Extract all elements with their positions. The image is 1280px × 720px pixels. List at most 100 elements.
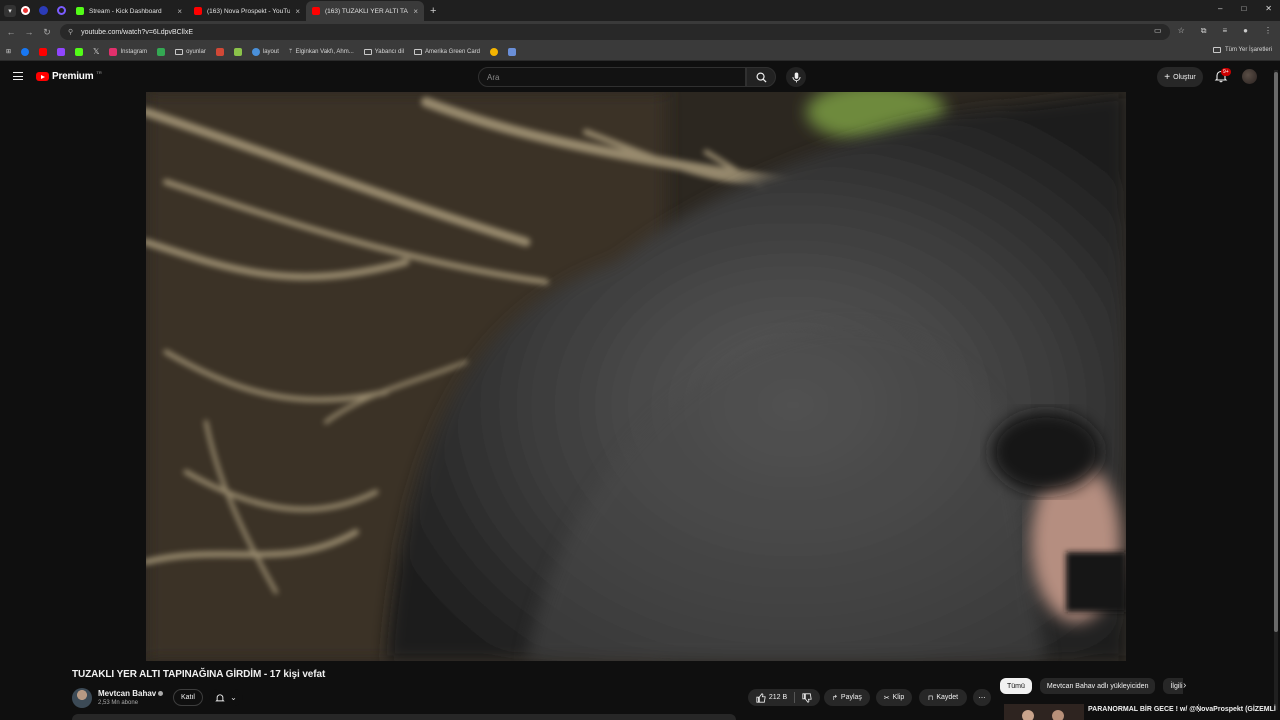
address-bar[interactable]: ⚲ youtube.com/watch?v=6LdpvBCllxE — [60, 24, 1170, 40]
more-icon[interactable]: ⋮ — [1264, 26, 1272, 36]
like-button[interactable]: 212 B — [756, 692, 787, 703]
app-icon — [38, 6, 48, 15]
gmail-icon — [215, 47, 224, 56]
profile-icon[interactable]: ● — [1243, 26, 1248, 36]
chip-related[interactable]: İlgili — [1163, 678, 1183, 694]
maximize-icon[interactable]: □ — [1241, 4, 1246, 13]
close-window-icon[interactable]: ✕ — [1265, 4, 1272, 13]
bookmark-facebook[interactable] — [21, 47, 30, 56]
bookmark-label: Instagram — [120, 48, 148, 55]
chip-all[interactable]: Tümü — [1000, 678, 1032, 694]
more-vertical-icon[interactable]: ⋮ — [1194, 703, 1203, 714]
divider — [794, 692, 796, 703]
chevron-right-icon[interactable]: › — [1183, 680, 1186, 691]
youtube-premium-logo[interactable]: Premium TR — [36, 70, 102, 82]
share-button[interactable]: ↱ Paylaş — [824, 689, 870, 706]
bookmark-yabanci-dil[interactable]: Yabancı dil — [363, 48, 404, 55]
subscribed-notifications-button[interactable]: ⌄ — [209, 689, 243, 706]
apps-icon[interactable]: ⊞ — [6, 48, 11, 55]
all-bookmarks-label: Tüm Yer İşaretleri — [1224, 47, 1272, 53]
reload-icon[interactable]: ↻ — [38, 27, 56, 38]
video-title: TUZAKLI YER ALTI TAPINAĞINA GİRDİM - 17 … — [72, 669, 326, 680]
tab-kick-dashboard[interactable]: Stream - Kick Dashboard × — [70, 1, 188, 21]
bookmark-youtube[interactable] — [39, 47, 48, 56]
thumbnail-image — [1004, 704, 1084, 720]
create-label: Oluştur — [1173, 73, 1196, 81]
back-icon[interactable]: ← — [2, 27, 20, 37]
pinned-tab-1[interactable] — [16, 1, 34, 21]
bookmark-oyunlar[interactable]: oyunlar — [175, 48, 206, 55]
bookmark-kick[interactable] — [75, 47, 84, 56]
bookmarks-bar: ⊞ 𝕏 Instagram oyunlar layout ᛘ Elginkan V… — [0, 43, 1280, 61]
youtube-icon — [194, 7, 202, 15]
close-icon[interactable]: × — [295, 7, 300, 16]
extensions-icon[interactable]: ⧉ — [1201, 26, 1207, 36]
bookmark-app[interactable] — [233, 47, 242, 56]
youtube-header: Premium TR Ara + Oluştur 9+ — [0, 62, 1280, 92]
search-button[interactable] — [746, 67, 776, 87]
create-button[interactable]: + Oluştur — [1157, 67, 1203, 87]
pinned-tab-2[interactable] — [34, 1, 52, 21]
more-horizontal-icon: ⋯ — [978, 694, 986, 702]
tab-nova-prospekt[interactable]: (163) Nova Prospekt - YouTube × — [188, 1, 306, 21]
save-button[interactable]: ⊓ Kaydet — [919, 689, 967, 706]
bookmark-layout[interactable]: layout — [251, 47, 279, 56]
microphone-icon — [791, 72, 801, 82]
tab-title: Stream - Kick Dashboard — [89, 7, 162, 15]
page-scrollbar-thumb[interactable] — [1274, 72, 1278, 632]
bookmark-gmail[interactable] — [215, 47, 224, 56]
region-code: TR — [96, 70, 102, 75]
url-text: youtube.com/watch?v=6LdpvBCllxE — [81, 28, 194, 36]
close-icon[interactable]: × — [413, 7, 418, 16]
grid-icon — [508, 47, 517, 56]
bookmark-twitch[interactable] — [57, 47, 66, 56]
minimize-icon[interactable]: – — [1218, 4, 1222, 13]
bookmark-icon: ⊓ — [927, 694, 934, 702]
globe-icon — [251, 47, 260, 56]
bookmark-drive[interactable] — [157, 47, 166, 56]
thumbs-down-icon[interactable] — [802, 692, 812, 703]
hamburger-menu-icon[interactable] — [13, 72, 23, 80]
search-input[interactable]: Ara — [478, 67, 746, 87]
folder-icon — [414, 48, 422, 55]
instagram-icon — [109, 47, 118, 56]
close-icon[interactable]: × — [177, 7, 182, 16]
channel-avatar[interactable] — [72, 688, 92, 708]
bookmark-grid[interactable] — [508, 47, 517, 56]
bookmark-instagram[interactable]: Instagram — [109, 47, 148, 56]
youtube-icon — [312, 7, 320, 15]
join-label: Katıl — [180, 694, 195, 701]
bookmark-label: oyunlar — [186, 48, 206, 55]
join-button[interactable]: Katıl — [173, 689, 203, 706]
bookmark-chrome[interactable] — [490, 47, 499, 56]
more-actions-button[interactable]: ⋯ — [973, 689, 991, 706]
recommendation-thumbnail[interactable] — [1004, 704, 1084, 720]
all-bookmarks[interactable]: Tüm Yer İşaretleri — [1212, 47, 1272, 53]
site-info-icon[interactable]: ⚲ — [68, 28, 73, 36]
description-box[interactable] — [72, 714, 736, 720]
pinned-tab-3[interactable] — [52, 1, 70, 21]
bookmark-green-card[interactable]: Amerika Green Card — [414, 48, 480, 55]
cast-icon[interactable]: ▭ — [1154, 26, 1162, 36]
search-icon — [756, 72, 767, 83]
browser-toolbar: ← → ↻ ⚲ youtube.com/watch?v=6LdpvBCllxE … — [0, 21, 1280, 43]
forward-icon[interactable]: → — [20, 27, 38, 37]
video-player[interactable] — [146, 92, 1126, 661]
voice-search-button[interactable] — [786, 67, 806, 87]
media-icon[interactable]: ≡ — [1222, 26, 1227, 36]
tab-current-video[interactable]: (163) TUZAKLI YER ALTI TAPINAĞ × — [306, 1, 424, 21]
chip-from-uploader[interactable]: Mevtcan Bahav adlı yükleyiciden — [1039, 678, 1156, 694]
star-icon[interactable]: ☆ — [1178, 26, 1185, 36]
tab-search-button[interactable]: ▾ — [4, 4, 16, 17]
clip-button[interactable]: ✂ Klip — [876, 689, 912, 706]
bookmark-label: layout — [262, 48, 279, 55]
folder-icon — [1212, 47, 1221, 53]
bookmark-x[interactable]: 𝕏 — [93, 47, 99, 56]
recommendation-title[interactable]: PARANORMAL BİR GECE ! w/ @NovaProspekt (… — [1088, 705, 1276, 714]
search-placeholder: Ara — [487, 72, 500, 82]
channel-name-link[interactable]: Mevtcan Bahav — [98, 689, 164, 698]
new-tab-button[interactable]: + — [430, 5, 436, 17]
record-icon — [20, 6, 30, 15]
bookmark-elginkan[interactable]: ᛘ Elginkan Vakfı, Ahm... — [289, 49, 354, 55]
account-avatar[interactable] — [1242, 69, 1257, 84]
